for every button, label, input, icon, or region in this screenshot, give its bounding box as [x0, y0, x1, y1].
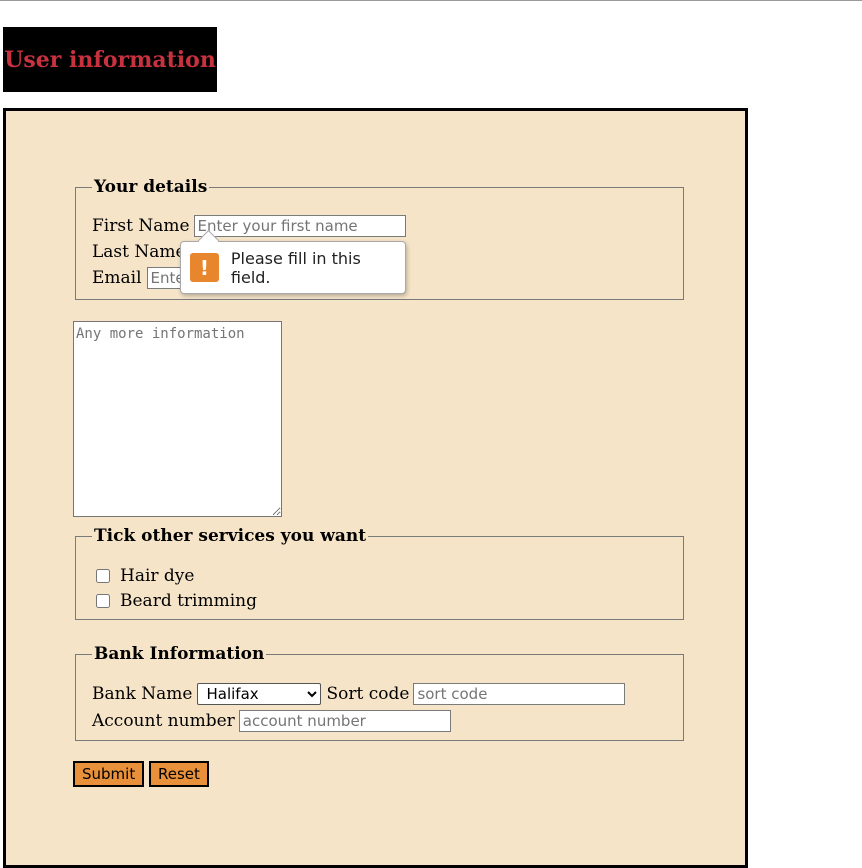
- account-number-label: Account number: [92, 711, 235, 731]
- validation-message: Please fill in this field.: [230, 248, 361, 287]
- first-name-row: First Name: [92, 215, 406, 237]
- page-header: User information: [3, 27, 217, 92]
- service-item-beard-trimming: Beard trimming: [92, 591, 257, 611]
- your-details-legend: Your details: [94, 177, 208, 197]
- bank-information-legend: Bank Information: [94, 644, 265, 664]
- first-name-input[interactable]: [193, 215, 406, 237]
- reset-button[interactable]: Reset: [149, 761, 209, 787]
- bank-name-label: Bank Name: [92, 684, 193, 704]
- top-border-line: [0, 0, 862, 1]
- submit-button[interactable]: Submit: [73, 761, 145, 787]
- service-item-hair-dye: Hair dye: [92, 566, 194, 586]
- account-number-row: Account number: [92, 710, 451, 732]
- hair-dye-checkbox[interactable]: [96, 569, 110, 583]
- validation-tooltip: ! Please fill in this field.: [180, 241, 406, 294]
- bank-information-fieldset: Bank Information Bank Name Halifax Sort …: [75, 644, 684, 741]
- first-name-label: First Name: [92, 216, 190, 236]
- bank-name-row: Bank Name Halifax Sort code: [92, 683, 626, 705]
- sort-code-input[interactable]: [413, 683, 626, 705]
- bank-name-select[interactable]: Halifax: [197, 683, 322, 705]
- account-number-input[interactable]: [238, 710, 451, 732]
- sort-code-label: Sort code: [326, 684, 410, 704]
- services-legend: Tick other services you want: [94, 526, 367, 546]
- page-title: User information: [4, 46, 216, 73]
- warning-icon: !: [190, 253, 219, 282]
- more-information-textarea[interactable]: [73, 321, 282, 517]
- beard-trimming-label: Beard trimming: [120, 591, 258, 611]
- last-name-label: Last Name: [92, 242, 186, 262]
- hair-dye-label: Hair dye: [120, 566, 195, 586]
- beard-trimming-checkbox[interactable]: [96, 594, 110, 608]
- email-label: Email: [92, 268, 142, 288]
- user-form: Your details First Name Last Name Email …: [3, 108, 748, 868]
- services-fieldset: Tick other services you want Hair dye Be…: [75, 526, 684, 620]
